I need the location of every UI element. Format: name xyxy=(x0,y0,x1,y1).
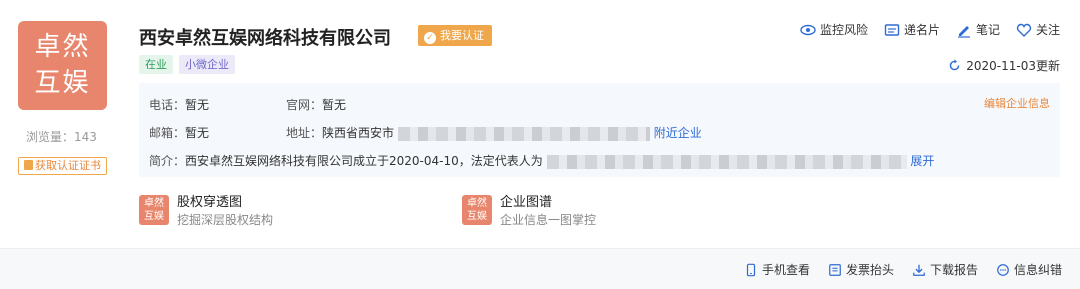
company-info-panel: 电话：暂无 官网：暂无 编辑企业信息 邮箱：暂无 地址：陕西省西安市 附近企业 … xyxy=(139,83,1060,177)
enterprise-graph-item[interactable]: 卓然互娱 企业图谱 企业信息一图掌控 xyxy=(462,195,596,229)
feature-subtitle: 企业信息一图掌控 xyxy=(500,213,597,227)
phone-value: 暂无 xyxy=(185,98,210,112)
mobile-view-button[interactable]: 手机查看 xyxy=(744,261,810,278)
chat-icon xyxy=(997,263,1009,276)
logo-text-line1: 卓然 xyxy=(34,32,91,62)
feature-logo-line1: 卓然 xyxy=(144,198,164,209)
report-error-label: 信息纠错 xyxy=(1013,263,1062,277)
phone-row: 电话：暂无 xyxy=(149,96,209,113)
phone-icon xyxy=(746,263,756,276)
feature-subtitle: 挖掘深层股权结构 xyxy=(177,213,274,227)
report-error-button[interactable]: 信息纠错 xyxy=(996,261,1062,278)
view-count: 浏览量：143 xyxy=(26,128,97,145)
feature-logo: 卓然 互娱 xyxy=(462,195,492,225)
expand-link[interactable]: 展开 xyxy=(910,154,934,168)
website-label: 官网： xyxy=(286,98,323,112)
company-name: 西安卓然互娱网络科技有限公司 xyxy=(139,28,391,49)
address-value: 陕西省西安市 xyxy=(322,126,395,140)
download-report-label: 下载报告 xyxy=(929,263,978,277)
card-icon xyxy=(884,23,900,36)
feature-logo-line1: 卓然 xyxy=(467,198,487,209)
nearby-companies-link[interactable]: 附近企业 xyxy=(654,126,702,140)
email-label: 邮箱： xyxy=(149,126,186,140)
feature-logo-line2: 互娱 xyxy=(467,211,487,222)
feature-logo: 卓然 互娱 xyxy=(139,195,169,225)
business-card-button[interactable]: 递名片 xyxy=(884,21,940,38)
heart-icon xyxy=(1016,23,1032,37)
intro-value: 西安卓然互娱网络科技有限公司成立于2020-04-10，法定代表人为 xyxy=(185,154,543,168)
feature-title: 股权穿透图 xyxy=(177,195,243,210)
bottom-bar: 手机查看 发票抬头 下载报告 信息纠错 xyxy=(0,248,1080,289)
download-report-button[interactable]: 下载报告 xyxy=(912,261,978,278)
eye-icon xyxy=(800,24,816,35)
business-card-label: 递名片 xyxy=(903,23,940,37)
note-button[interactable]: 笔记 xyxy=(956,21,1000,38)
invoice-title-label: 发票抬头 xyxy=(845,263,894,277)
intro-row: 简介：西安卓然互娱网络科技有限公司成立于2020-04-10，法定代表人为 展开 xyxy=(149,152,934,169)
update-time: 2020-11-03更新 xyxy=(948,57,1060,74)
status-tags: 在业 小微企业 xyxy=(139,55,235,74)
intro-label: 简介： xyxy=(149,154,186,168)
follow-button[interactable]: 关注 xyxy=(1016,21,1060,38)
invoice-icon xyxy=(829,263,841,276)
redacted-address xyxy=(397,126,650,141)
logo-text-line2: 互娱 xyxy=(34,68,91,98)
company-logo: 卓然 互娱 xyxy=(18,21,107,110)
download-icon xyxy=(913,264,925,276)
update-time-label: 2020-11-03更新 xyxy=(966,59,1060,73)
verify-button[interactable]: ✓ 我要认证 xyxy=(418,25,492,46)
company-card: 卓然 互娱 浏览量：143 获取认证证书 西安卓然互娱网络科技有限公司 ✓ 我要认… xyxy=(0,0,1080,289)
refresh-icon[interactable] xyxy=(948,59,961,72)
redacted-intro xyxy=(546,154,907,169)
website-row: 官网：暂无 xyxy=(286,96,346,113)
get-certificate-label: 获取认证证书 xyxy=(35,159,101,172)
email-row: 邮箱：暂无 xyxy=(149,124,209,141)
mobile-view-label: 手机查看 xyxy=(761,263,810,277)
shield-check-icon: ✓ xyxy=(424,32,436,44)
email-value: 暂无 xyxy=(185,126,210,140)
equity-penetration-item[interactable]: 卓然互娱 股权穿透图 挖掘深层股权结构 xyxy=(139,195,273,229)
address-row: 地址：陕西省西安市 附近企业 xyxy=(286,124,702,141)
monitor-risk-button[interactable]: 监控风险 xyxy=(800,21,868,38)
view-count-value: 143 xyxy=(74,130,97,144)
view-count-label: 浏览量： xyxy=(26,130,75,144)
feature-text: 企业图谱 企业信息一图掌控 xyxy=(500,195,596,229)
verify-label: 我要认证 xyxy=(440,29,484,42)
feature-title: 企业图谱 xyxy=(500,195,553,210)
company-size-badge: 小微企业 xyxy=(179,55,235,74)
feature-text: 股权穿透图 挖掘深层股权结构 xyxy=(177,195,273,229)
address-label: 地址： xyxy=(286,126,323,140)
note-label: 笔记 xyxy=(975,23,1000,37)
feature-logo-line2: 互娱 xyxy=(144,211,164,222)
bottom-actions: 手机查看 发票抬头 下载报告 信息纠错 xyxy=(744,261,1062,278)
phone-label: 电话： xyxy=(149,98,186,112)
website-value: 暂无 xyxy=(322,98,347,112)
invoice-title-button[interactable]: 发票抬头 xyxy=(828,261,894,278)
monitor-risk-label: 监控风险 xyxy=(819,23,868,37)
top-actions: 监控风险 递名片 笔记 关注 xyxy=(800,21,1060,38)
pen-icon xyxy=(957,25,970,38)
certificate-icon xyxy=(24,160,33,170)
follow-label: 关注 xyxy=(1035,23,1060,37)
edit-info-link[interactable]: 编辑企业信息 xyxy=(984,95,1050,111)
get-certificate-button[interactable]: 获取认证证书 xyxy=(18,157,107,175)
status-badge: 在业 xyxy=(139,55,173,74)
